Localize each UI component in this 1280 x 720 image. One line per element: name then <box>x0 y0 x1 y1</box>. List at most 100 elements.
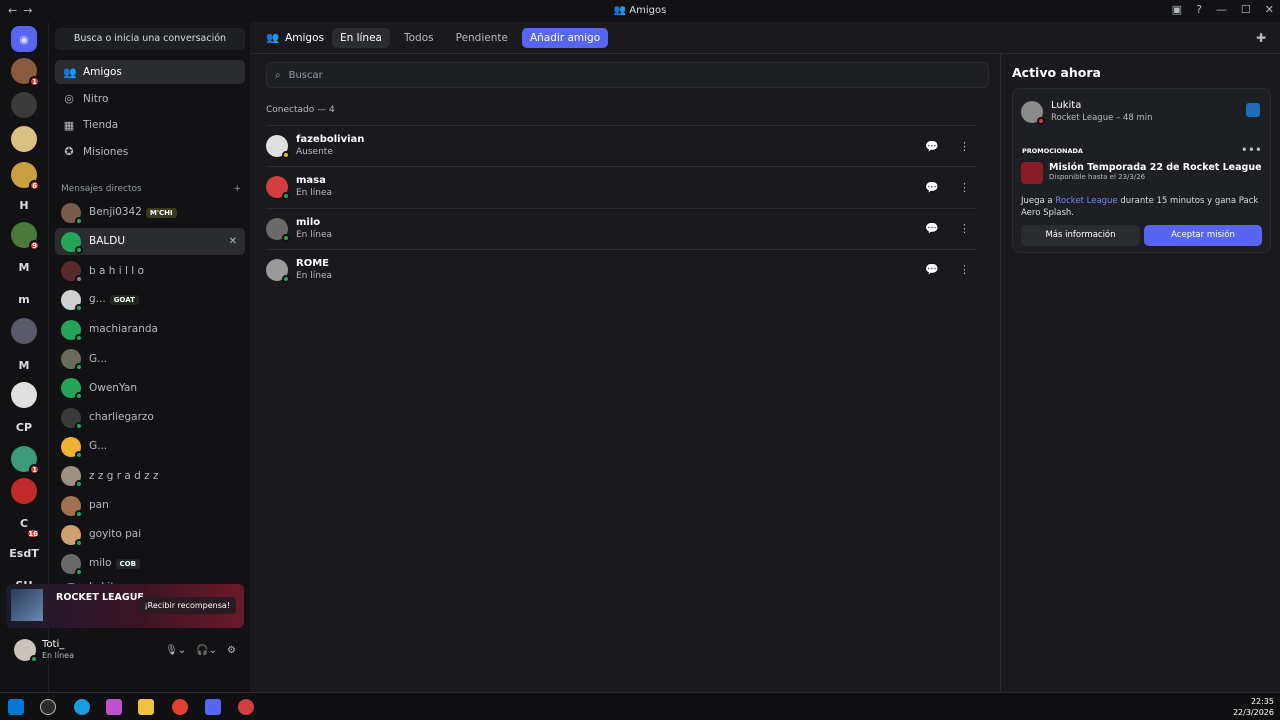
add-friend-button[interactable]: Añadir amigo <box>521 27 609 48</box>
maximize-button[interactable]: ☐ <box>1241 3 1251 16</box>
server-icon[interactable]: CP <box>11 414 37 440</box>
file-explorer-icon[interactable] <box>138 699 154 715</box>
nav-item-nitro[interactable]: ◎ Nitro <box>55 87 245 111</box>
server-icon[interactable] <box>11 126 37 152</box>
friend-search-input[interactable]: ⌕ Buscar <box>266 62 989 88</box>
friend-name: milo <box>296 216 321 228</box>
avatar <box>61 378 83 401</box>
accept-mission-button[interactable]: Aceptar misión <box>1144 225 1262 246</box>
message-icon[interactable]: 💬 <box>925 263 939 276</box>
avatar[interactable] <box>14 639 38 663</box>
search-icon[interactable] <box>40 699 56 715</box>
window-title: 👥 Amigos <box>613 5 667 16</box>
gear-icon[interactable]: ⚙ <box>227 645 236 656</box>
dm-item[interactable]: G... <box>55 346 245 373</box>
more-options-icon[interactable]: ⋮ <box>959 181 970 194</box>
server-icon[interactable]: 9 <box>11 222 40 251</box>
friend-text: fazebolivian Ausente <box>296 133 364 159</box>
server-icon[interactable]: H <box>11 192 37 218</box>
status-indicator <box>75 568 83 577</box>
game-link[interactable]: Rocket League <box>1055 196 1117 206</box>
more-options-icon[interactable]: ••• <box>1241 143 1262 157</box>
minimize-button[interactable]: — <box>1216 3 1227 16</box>
server-icon[interactable]: M <box>11 352 37 378</box>
server-icon[interactable]: C 16 <box>11 510 40 539</box>
avatar <box>61 407 83 430</box>
dm-item[interactable]: g... GOAT <box>55 287 245 314</box>
notification-badge: 1 <box>29 76 40 87</box>
more-info-button[interactable]: Más información <box>1021 225 1140 246</box>
new-group-dm-icon[interactable]: ✚ <box>1256 31 1266 45</box>
message-icon[interactable]: 💬 <box>925 140 939 153</box>
status-indicator <box>75 304 83 313</box>
friend-name: fazebolivian <box>296 134 365 145</box>
server-icon[interactable]: 6 <box>11 162 40 191</box>
promo-banner[interactable]: ROCKET LEAGUE ¡Recibir recompensa! <box>6 584 244 628</box>
dm-item[interactable]: G... <box>55 433 245 460</box>
chrome-icon[interactable] <box>172 699 188 715</box>
dm-item[interactable]: charliegarzo <box>55 404 245 431</box>
headphones-icon[interactable]: 🎧⌄ <box>196 645 217 656</box>
dm-item[interactable]: OwenYan <box>55 375 245 402</box>
inbox-icon[interactable]: ▣ <box>1172 3 1182 16</box>
message-icon[interactable]: 💬 <box>925 222 939 235</box>
search-icon: ⌕ <box>275 69 281 81</box>
close-window-button[interactable]: ✕ <box>1265 3 1274 16</box>
tab-all[interactable]: Todos <box>396 28 442 48</box>
discord-icon[interactable] <box>205 699 221 715</box>
avatar <box>266 217 290 242</box>
dm-item[interactable]: milo COB <box>55 551 245 578</box>
edge-icon[interactable] <box>74 699 90 715</box>
dm-item[interactable]: b a h i l l o <box>55 258 245 285</box>
message-icon[interactable]: 💬 <box>925 181 939 194</box>
server-icon[interactable]: 1 <box>11 58 40 87</box>
more-options-icon[interactable]: ⋮ <box>959 140 970 153</box>
create-dm-button[interactable]: + <box>233 184 241 194</box>
microphone-icon[interactable]: 🎙⌄ <box>165 645 186 656</box>
more-options-icon[interactable]: ⋮ <box>959 222 970 235</box>
server-icon[interactable] <box>11 478 37 504</box>
friend-row[interactable]: ROME En línea 💬 ⋮ <box>266 248 976 290</box>
server-icon[interactable] <box>11 382 37 408</box>
friend-name: ROME <box>296 257 329 269</box>
server-icon[interactable]: EsdT <box>9 540 39 566</box>
dm-item[interactable]: pan <box>55 492 245 519</box>
nav-item-tienda[interactable]: ▦ Tienda <box>55 113 245 137</box>
dm-item[interactable]: Benji0342 M'CHI <box>55 199 245 226</box>
dm-item[interactable]: BALDU ✕ <box>55 228 245 256</box>
avatar[interactable] <box>1021 101 1045 125</box>
friend-row[interactable]: fazebolivian Ausente 💬 ⋮ <box>266 125 976 166</box>
more-options-icon[interactable]: ⋮ <box>959 263 970 276</box>
claim-reward-button[interactable]: ¡Recibir recompensa! <box>138 597 236 614</box>
windows-start-icon[interactable] <box>8 699 24 715</box>
close-dm-icon[interactable]: ✕ <box>229 236 237 247</box>
copilot-icon[interactable] <box>106 699 122 715</box>
dm-item[interactable]: goyito pai <box>55 521 245 548</box>
friends-icon: 👥 <box>266 32 280 44</box>
dm-text: b a h i l l o <box>89 265 144 277</box>
active-now-title: Activo ahora <box>1012 65 1101 80</box>
dm-text: charliegarzo <box>89 412 154 423</box>
nav-item-amigos[interactable]: 👥 Amigos <box>55 60 245 84</box>
nav-item-misiones[interactable]: ✪ Misiones <box>55 140 245 164</box>
friend-row[interactable]: masa En línea 💬 ⋮ <box>266 166 976 207</box>
tab-pending[interactable]: Pendiente <box>448 28 516 48</box>
dm-search-input[interactable]: Busca o inicia una conversación <box>55 28 245 50</box>
dm-item[interactable]: z z g r a d z z <box>55 463 245 490</box>
tab-online[interactable]: En línea <box>331 27 390 48</box>
server-icon[interactable] <box>11 318 37 344</box>
server-icon[interactable]: 1 <box>11 446 40 475</box>
app-icon[interactable] <box>238 699 254 715</box>
server-icon[interactable]: M <box>11 254 37 280</box>
friend-name: masa <box>296 175 326 187</box>
friend-row[interactable]: milo En línea 💬 ⋮ <box>266 207 976 249</box>
server-icon[interactable] <box>11 92 37 118</box>
help-icon[interactable]: ? <box>1196 3 1202 16</box>
notification-badge: 9 <box>29 240 40 251</box>
dm-item[interactable]: machiaranda <box>55 316 245 343</box>
server-icon[interactable]: m <box>11 286 37 312</box>
discord-home-icon[interactable]: ◉ <box>11 26 37 52</box>
clock[interactable]: 22:35 22/3/2026 <box>1233 696 1274 718</box>
avatar <box>61 261 83 284</box>
status-indicator <box>75 509 83 518</box>
